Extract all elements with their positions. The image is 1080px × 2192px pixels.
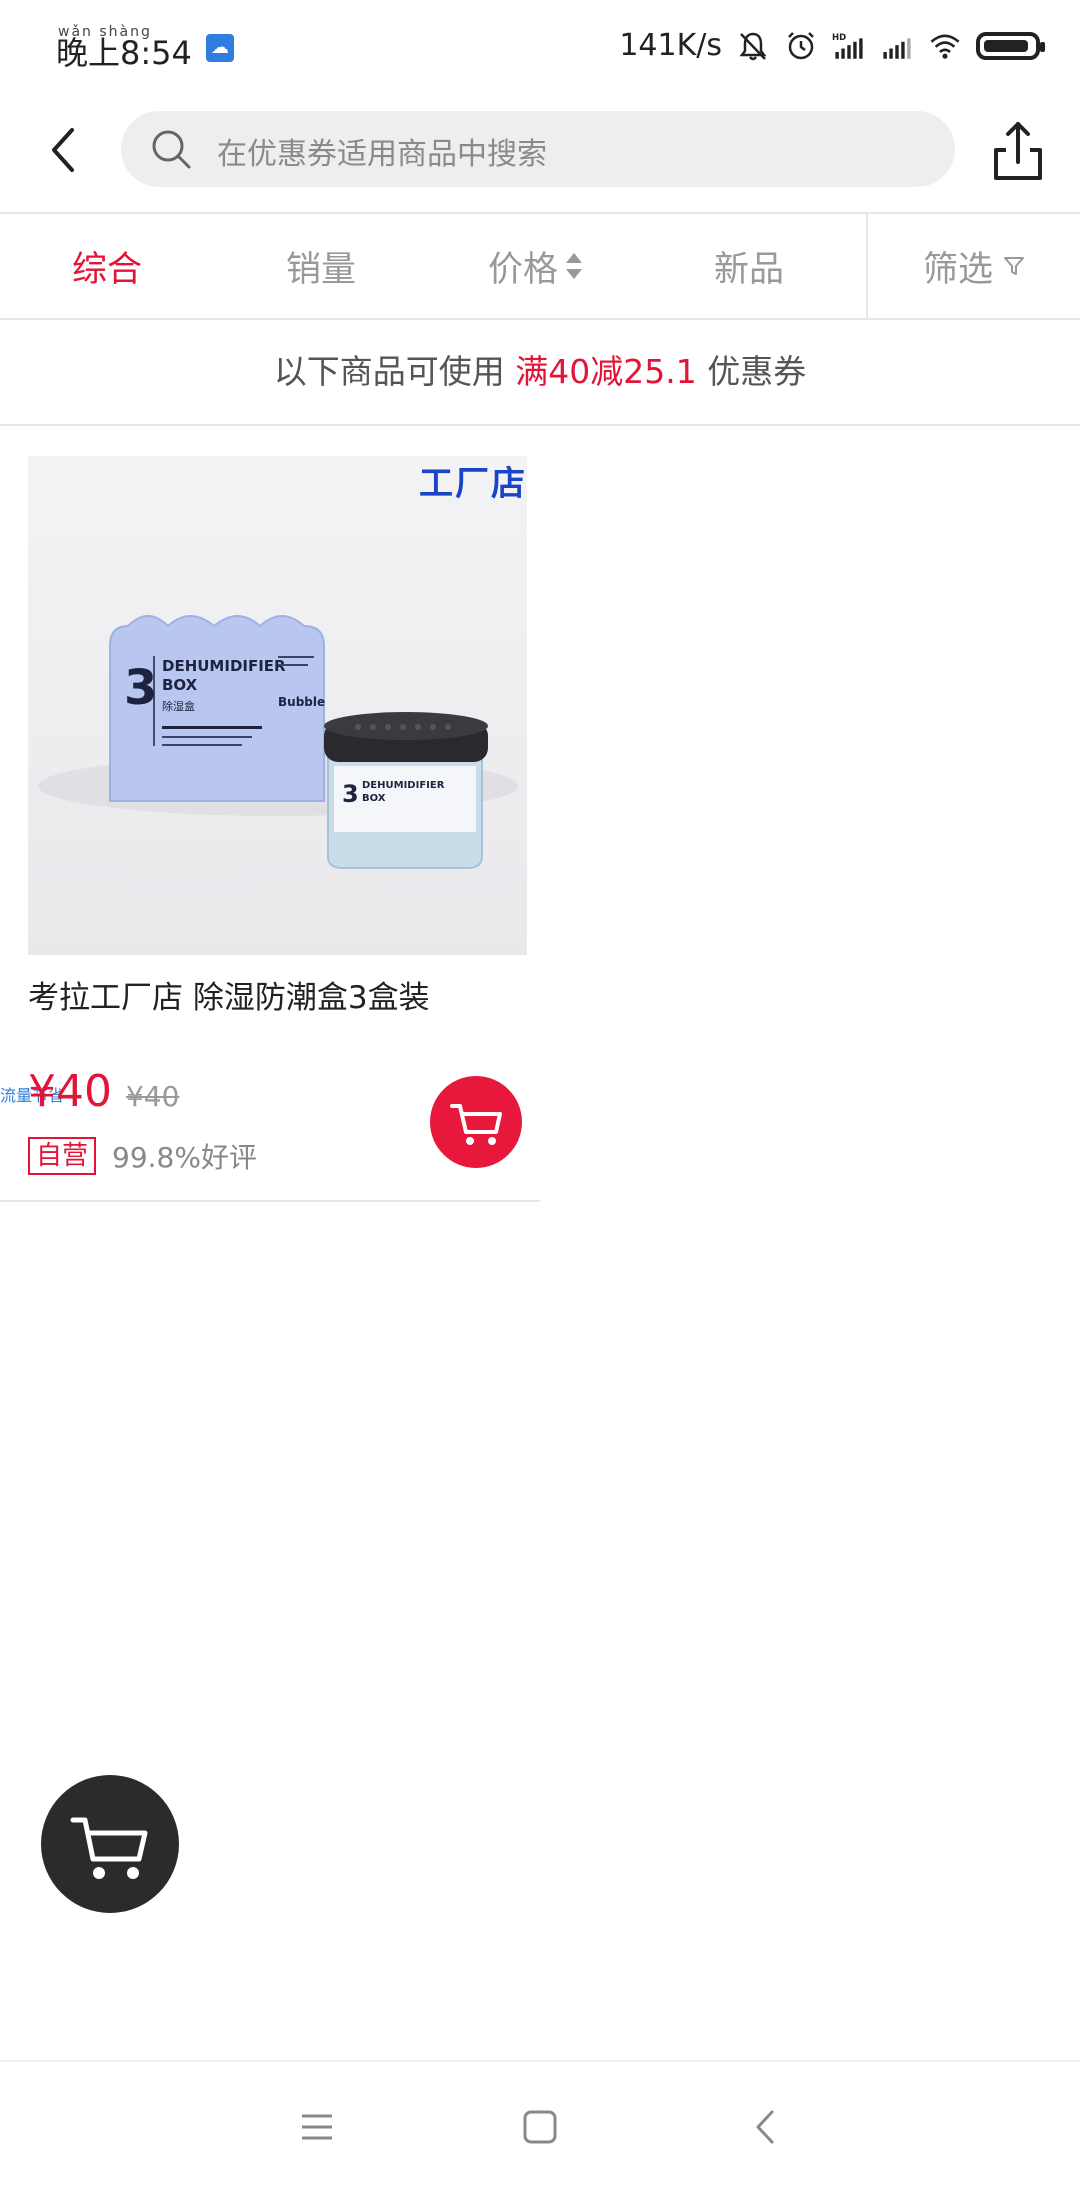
cart-icon — [70, 1817, 148, 1879]
current-price: ¥40 — [28, 1066, 112, 1117]
rating-text: 99.8%好评 — [112, 1141, 257, 1174]
tab-label: 新品 — [713, 249, 784, 290]
box-cn-name: 除湿盒 — [162, 699, 195, 713]
tab-label: 综合 — [71, 249, 142, 290]
search-icon — [152, 130, 191, 169]
status-bar: wǎn shàng 晚上8:54 ☁ 141K/s HD — [0, 0, 1080, 98]
back-icon[interactable] — [742, 2102, 792, 2152]
tab-filter[interactable]: 筛选 — [868, 214, 1080, 318]
signal-icon — [883, 37, 911, 59]
search-input[interactable]: 在优惠券适用商品中搜索 — [121, 111, 955, 187]
box-digit: 3 — [124, 660, 157, 716]
tab-label: 价格 — [487, 249, 558, 290]
store-tag: 工厂店 — [419, 464, 527, 504]
network-speed: 141K/s — [619, 28, 722, 63]
tub-digit: 3 — [342, 780, 359, 808]
box-name-line1: DEHUMIDIFIER — [162, 657, 286, 675]
filter-icon — [1004, 257, 1024, 275]
svg-text:HD: HD — [832, 33, 846, 43]
coupon-prefix: 以下商品可使用 — [273, 352, 516, 391]
status-icons: 141K/s HD — [619, 28, 1045, 63]
dehumidifier-illustration: 3 DEHUMIDIFIER BOX 除湿盒 Bubble 3 DEHUMIDI… — [38, 615, 518, 869]
tab-comprehensive[interactable]: 综合 — [0, 214, 214, 318]
time-pinyin: wǎn shàng — [58, 24, 152, 40]
tub-name-line1: DEHUMIDIFIER — [362, 780, 445, 791]
tab-price[interactable]: 价格 — [428, 214, 642, 318]
cloud-icon: ☁ — [206, 34, 234, 62]
coupon-amount: 满40减25.1 — [515, 352, 697, 391]
sort-arrows-icon — [566, 251, 582, 281]
price-row: ¥40 ¥40 — [28, 1066, 179, 1126]
battery-icon — [976, 31, 1045, 60]
coupon-suffix: 优惠券 — [696, 352, 807, 391]
status-time: wǎn shàng 晚上8:54 — [56, 24, 192, 74]
sort-tabs: 综合 销量 价格 新品 筛选 — [0, 214, 1080, 320]
system-nav-bar — [0, 2060, 1080, 2192]
cart-icon — [450, 1104, 502, 1145]
hd-signal-icon: HD — [832, 33, 863, 59]
box-brand: Bubble — [278, 695, 325, 709]
home-icon[interactable] — [515, 2102, 565, 2152]
tab-new[interactable]: 新品 — [642, 214, 856, 318]
share-icon[interactable] — [988, 118, 1048, 182]
alarm-icon — [788, 31, 814, 59]
original-price: ¥40 — [125, 1080, 180, 1113]
product-image[interactable]: 3 DEHUMIDIFIER BOX 除湿盒 Bubble 3 DEHUMIDI… — [28, 456, 527, 955]
tab-label: 筛选 — [922, 249, 993, 290]
coupon-banner: 以下商品可使用 满40减25.1 优惠券 — [0, 320, 1080, 426]
badge-row: 自营 99.8%好评 — [28, 1136, 257, 1176]
product-card[interactable]: 3 DEHUMIDIFIER BOX 除湿盒 Bubble 3 DEHUMIDI… — [0, 426, 540, 1202]
search-placeholder: 在优惠券适用商品中搜索 — [217, 137, 547, 172]
tub-name-line2: BOX — [362, 793, 386, 804]
wifi-icon — [930, 34, 960, 59]
back-arrow-icon[interactable] — [36, 120, 96, 180]
tab-sales[interactable]: 销量 — [214, 214, 428, 318]
search-header: 在优惠券适用商品中搜索 — [0, 98, 1080, 214]
box-name-line2: BOX — [162, 676, 198, 694]
tab-label: 销量 — [285, 249, 356, 290]
floating-cart-button[interactable] — [41, 1775, 179, 1913]
bell-off-icon — [739, 32, 767, 60]
self-operated-badge: 自营 — [28, 1137, 97, 1175]
add-to-cart-button[interactable] — [430, 1076, 522, 1168]
menu-icon[interactable] — [292, 2102, 342, 2152]
product-title[interactable]: 考拉工厂店 除湿防潮盒3盒装 — [28, 972, 430, 1017]
